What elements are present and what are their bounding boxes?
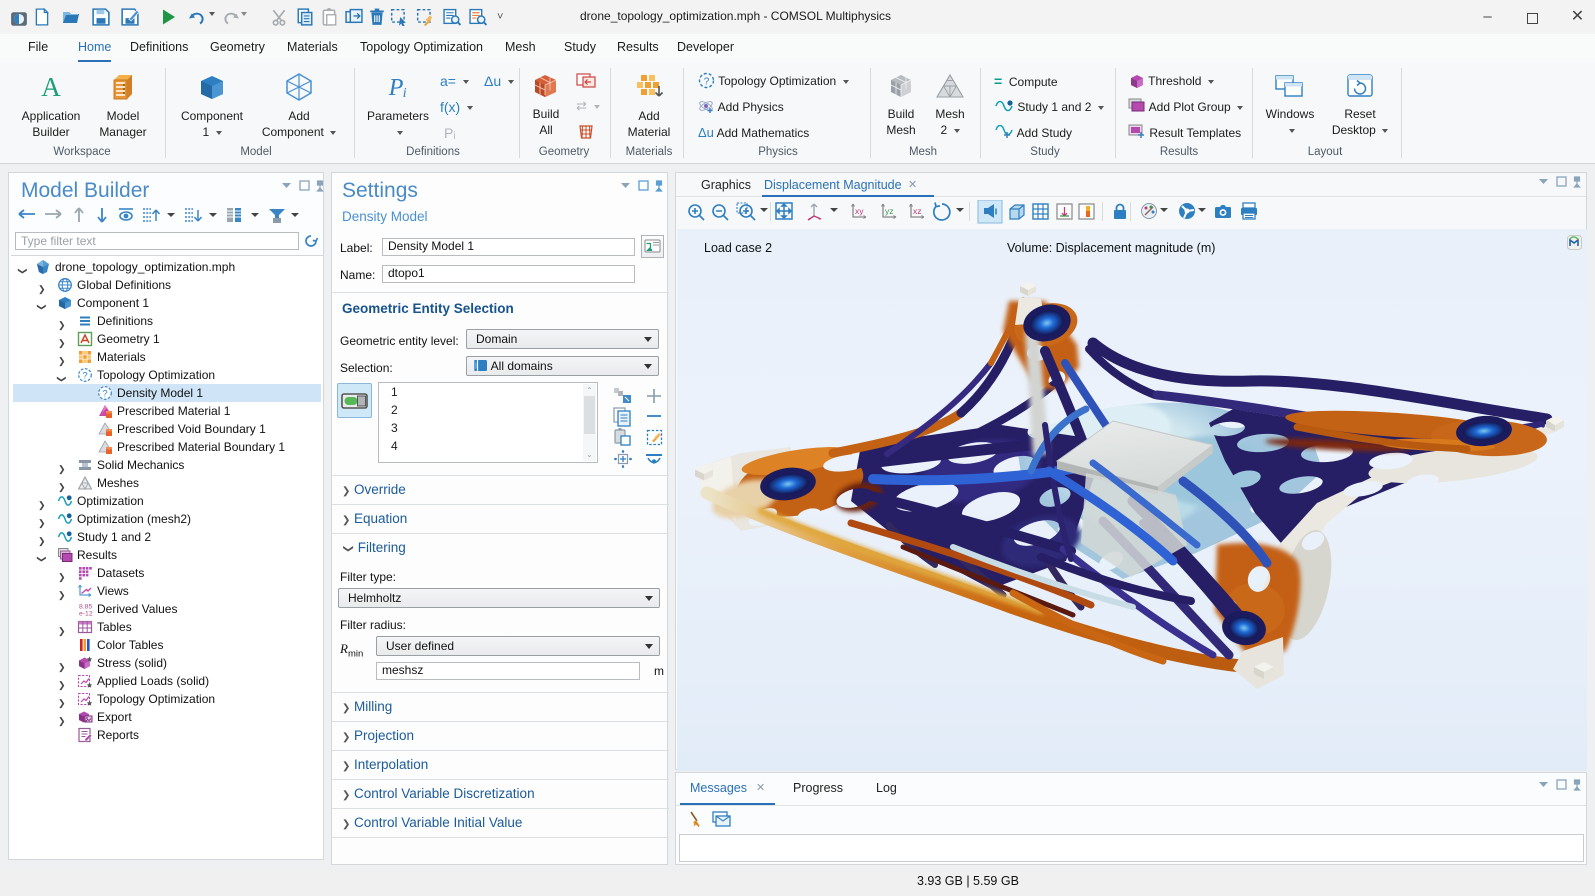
svg-text:8.85: 8.85 [79,604,92,611]
svg-text:Pᵢ: Pᵢ [388,75,407,101]
svg-text:yz: yz [885,206,894,216]
svg-text:xz: xz [913,206,922,216]
svg-text:xy: xy [855,206,864,216]
svg-text:?: ? [704,77,710,88]
svg-text:?: ? [102,389,107,400]
svg-text:?: ? [82,371,87,382]
svg-text:e-12: e-12 [79,611,93,618]
svg-text:A: A [41,72,61,102]
